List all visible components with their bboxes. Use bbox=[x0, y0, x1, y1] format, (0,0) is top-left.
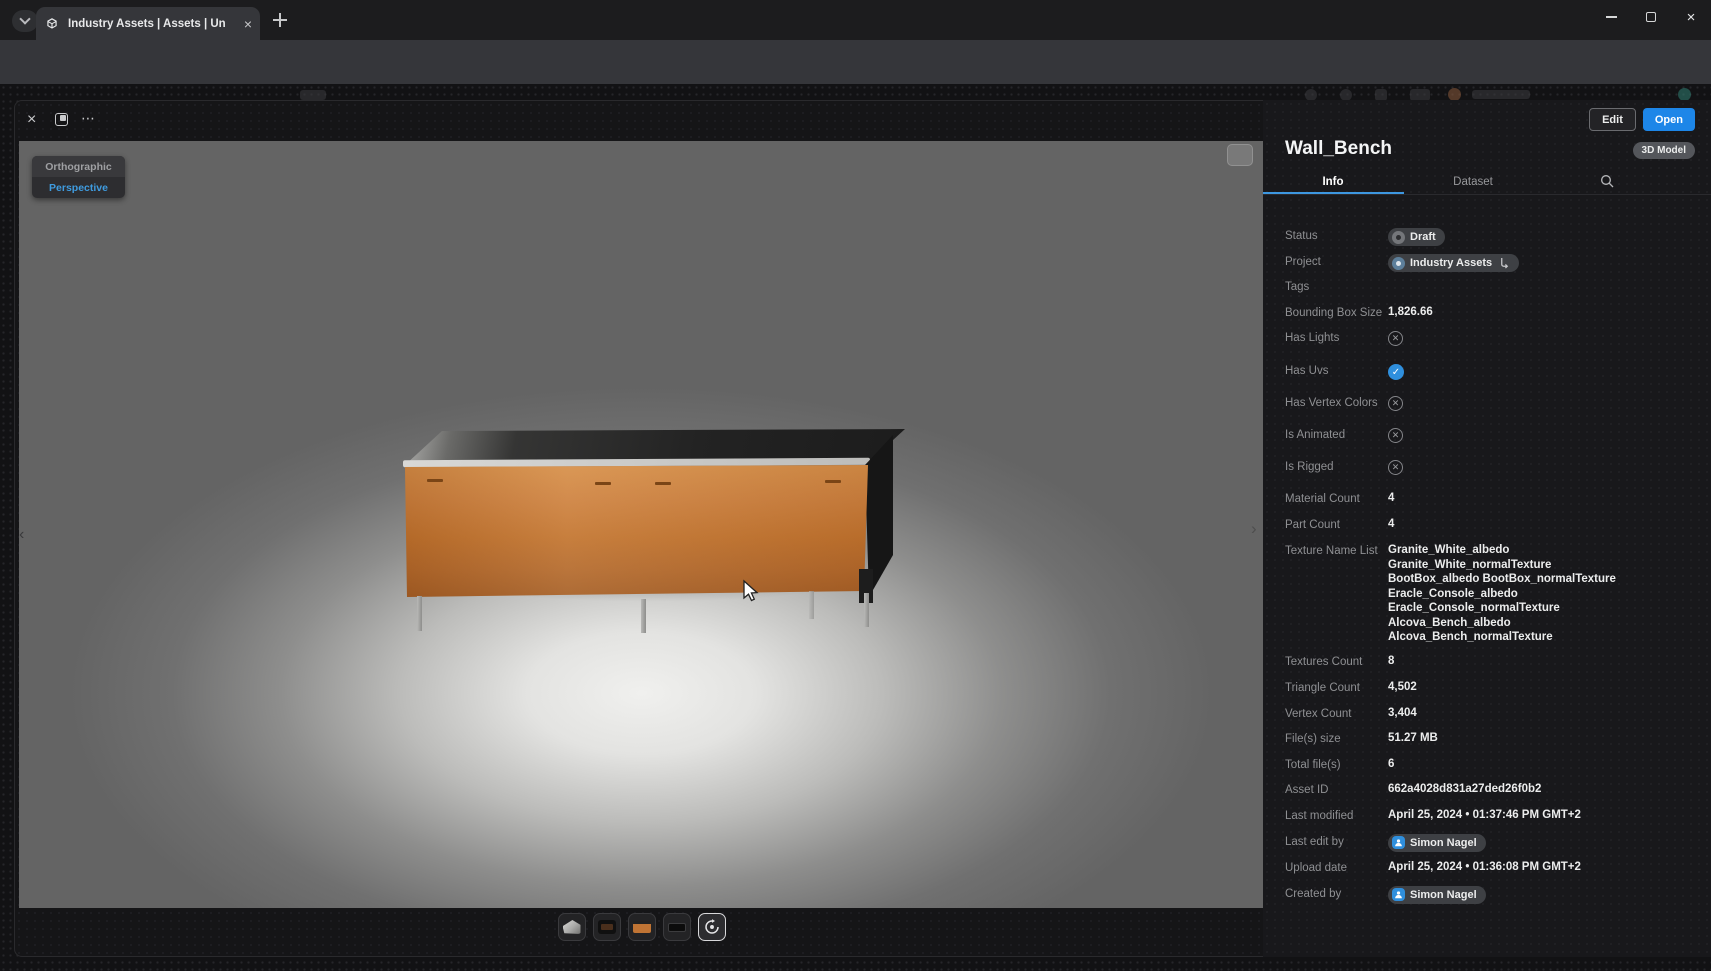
bench-front-panel bbox=[405, 465, 868, 597]
field-triangle-count: Triangle Count 4,502 bbox=[1285, 680, 1667, 706]
asset-type-badge: 3D Model bbox=[1633, 142, 1695, 159]
bench-leg bbox=[864, 593, 869, 627]
texture-name-list: Granite_White_albedo Granite_White_norma… bbox=[1388, 543, 1667, 645]
new-tab-button[interactable] bbox=[272, 12, 288, 28]
browser-tab[interactable]: Industry Assets | Assets | Unity × bbox=[36, 7, 260, 40]
preview-clay-thumb[interactable] bbox=[558, 913, 586, 941]
maximize-button[interactable] bbox=[1631, 0, 1671, 34]
camera-mode-perspective[interactable]: Perspective bbox=[32, 177, 125, 198]
left-collapse-chevron-icon[interactable]: ‹ bbox=[19, 526, 24, 544]
field-total-files: Total file(s) 6 bbox=[1285, 757, 1667, 782]
tab-close-icon[interactable]: × bbox=[244, 16, 252, 32]
tab-search-button[interactable] bbox=[12, 10, 38, 32]
tabs-divider bbox=[1263, 194, 1711, 195]
field-files-size: File(s) size 51.27 MB bbox=[1285, 731, 1667, 757]
screen: Industry Assets | Assets | Unity × × ← →… bbox=[0, 0, 1711, 971]
field-textures-count: Textures Count 8 bbox=[1285, 654, 1667, 680]
more-options-icon[interactable]: ⋯ bbox=[81, 110, 95, 127]
field-has-vertex-colors: Has Vertex Colors ✕ bbox=[1285, 395, 1667, 427]
field-last-edit-by: Last edit by Simon Nagel bbox=[1285, 834, 1667, 860]
browser-toolbar: ← → ⟳ cloud.unity.com/home/organizations… bbox=[0, 40, 1711, 84]
minimize-button[interactable] bbox=[1591, 0, 1631, 34]
field-asset-id: Asset ID 662a4028d831a27ded26f0b2 bbox=[1285, 782, 1667, 808]
preview-albedo-thumb[interactable] bbox=[628, 913, 656, 941]
info-fields: Status Draft Project Industry Assets Tag… bbox=[1285, 228, 1667, 912]
cross-circle-icon: ✕ bbox=[1388, 428, 1403, 443]
check-circle-icon: ✓ bbox=[1388, 364, 1404, 380]
cross-circle-icon: ✕ bbox=[1388, 331, 1403, 346]
tab-dataset[interactable]: Dataset bbox=[1403, 176, 1543, 188]
field-last-modified: Last modified April 25, 2024 • 01:37:46 … bbox=[1285, 808, 1667, 834]
turntable-rotate-icon[interactable] bbox=[698, 913, 726, 941]
bench-leg bbox=[641, 599, 646, 633]
drawer-handle bbox=[595, 482, 611, 485]
field-is-animated: Is Animated ✕ bbox=[1285, 427, 1667, 459]
close-window-button[interactable]: × bbox=[1671, 0, 1711, 34]
field-created-by: Created by Simon Nagel bbox=[1285, 886, 1667, 912]
status-pill[interactable]: Draft bbox=[1388, 228, 1445, 246]
preview-dark-thumb[interactable] bbox=[593, 913, 621, 941]
asset-info-panel: Edit Open Wall_Bench 3D Model Info Datas… bbox=[1263, 100, 1711, 957]
user-avatar-icon bbox=[1392, 836, 1405, 849]
drawer-handle bbox=[825, 480, 841, 483]
field-bounding-box: Bounding Box Size 1,826.66 bbox=[1285, 305, 1667, 330]
field-project: Project Industry Assets bbox=[1285, 254, 1667, 279]
field-has-uvs: Has Uvs ✓ bbox=[1285, 363, 1667, 395]
project-pill[interactable]: Industry Assets bbox=[1388, 254, 1519, 272]
drawer-handle bbox=[427, 479, 443, 482]
fullscreen-icon[interactable] bbox=[55, 113, 68, 126]
unity-favicon-icon bbox=[44, 16, 60, 32]
close-modal-icon[interactable]: × bbox=[27, 111, 36, 129]
field-vertex-count: Vertex Count 3,404 bbox=[1285, 706, 1667, 731]
viewport-corner-button[interactable] bbox=[1227, 144, 1253, 166]
cross-circle-icon: ✕ bbox=[1388, 396, 1403, 411]
bench-back-leg bbox=[809, 591, 814, 619]
field-material-count: Material Count 4 bbox=[1285, 491, 1667, 517]
camera-mode-orthographic[interactable]: Orthographic bbox=[32, 156, 125, 177]
viewport-3d[interactable]: Orthographic Perspective › bbox=[19, 141, 1264, 908]
mouse-cursor bbox=[741, 579, 761, 603]
field-has-lights: Has Lights ✕ bbox=[1285, 330, 1667, 363]
user-avatar-icon bbox=[1392, 888, 1405, 901]
field-is-rigged: Is Rigged ✕ bbox=[1285, 459, 1667, 491]
panel-collapse-chevron-icon[interactable]: › bbox=[1251, 519, 1257, 539]
tab-info[interactable]: Info bbox=[1263, 176, 1403, 188]
edit-button[interactable]: Edit bbox=[1589, 108, 1636, 131]
asset-title: Wall_Bench bbox=[1285, 138, 1392, 160]
panel-tabs: Info Dataset bbox=[1263, 170, 1711, 194]
user-pill[interactable]: Simon Nagel bbox=[1388, 834, 1486, 852]
panel-actions: Edit Open bbox=[1589, 108, 1695, 131]
field-part-count: Part Count 4 bbox=[1285, 517, 1667, 543]
camera-mode-dropdown: Orthographic Perspective bbox=[32, 156, 125, 198]
background-page-fragment bbox=[300, 90, 326, 100]
preview-shaded-thumb[interactable] bbox=[663, 913, 691, 941]
field-upload-date: Upload date April 25, 2024 • 01:36:08 PM… bbox=[1285, 860, 1667, 886]
tab-title: Industry Assets | Assets | Unity bbox=[68, 18, 226, 30]
field-status: Status Draft bbox=[1285, 228, 1667, 254]
background-text-fragment bbox=[1472, 90, 1530, 99]
cross-circle-icon: ✕ bbox=[1388, 460, 1403, 475]
browser-tabstrip: Industry Assets | Assets | Unity × × bbox=[0, 0, 1711, 40]
project-icon bbox=[1392, 257, 1405, 270]
draft-status-icon bbox=[1392, 231, 1405, 244]
field-texture-name-list: Texture Name List Granite_White_albedo G… bbox=[1285, 543, 1667, 645]
search-icon[interactable] bbox=[1599, 173, 1615, 194]
preview-mode-toolbar bbox=[15, 913, 1268, 941]
field-tags: Tags bbox=[1285, 279, 1667, 305]
user-pill[interactable]: Simon Nagel bbox=[1388, 886, 1486, 904]
drawer-handle bbox=[655, 482, 671, 485]
window-controls: × bbox=[1591, 0, 1711, 40]
bench-leg bbox=[417, 596, 422, 631]
project-branch-icon bbox=[1499, 258, 1510, 269]
chevron-down-icon bbox=[19, 13, 30, 24]
open-button[interactable]: Open bbox=[1643, 108, 1695, 131]
